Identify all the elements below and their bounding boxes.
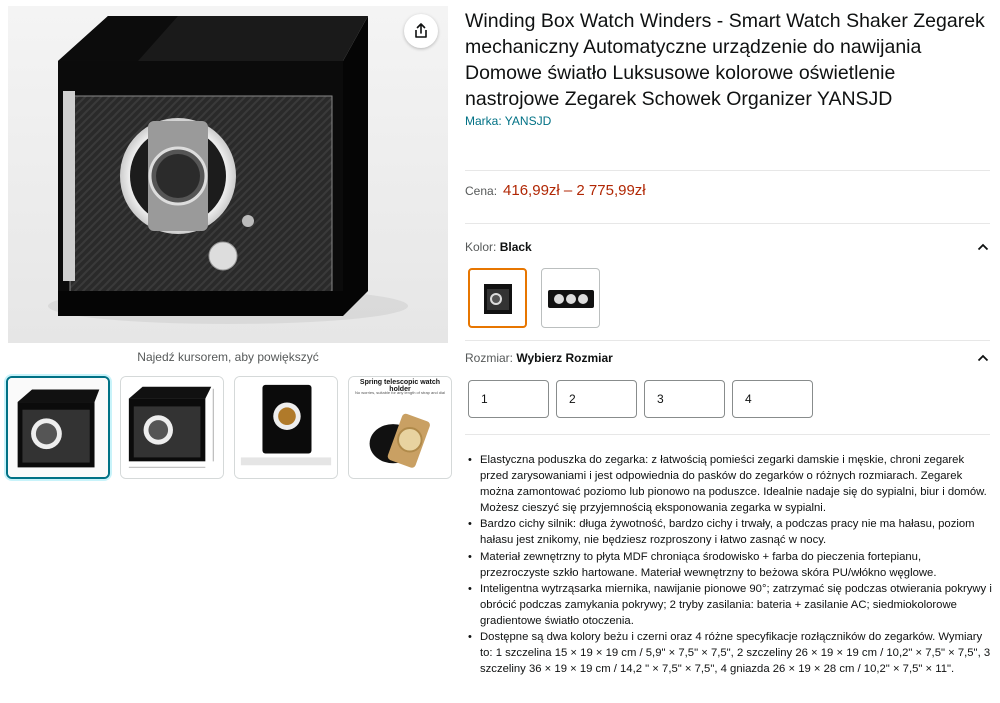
share-icon: [415, 23, 427, 38]
color-selector-header[interactable]: Kolor: Black: [465, 240, 990, 254]
product-details: Winding Box Watch Winders - Smart Watch …: [465, 8, 990, 128]
feature-bullet: Elastyczna poduszka do zegarka: z łatwoś…: [468, 452, 993, 516]
size-value: Wybierz Rozmiar: [516, 351, 613, 365]
feature-bullet: Inteligentna wytrząsarka miernika, nawij…: [468, 581, 993, 629]
brand-link[interactable]: Marka: YANSJD: [465, 114, 990, 128]
swatch-image: [547, 290, 594, 308]
size-options: 1 2 3 4: [468, 380, 813, 418]
thumbnail-4[interactable]: Spring telescopic watch holder No worrie…: [348, 376, 452, 479]
main-product-image[interactable]: [8, 6, 448, 343]
feature-bullet: Materiał zewnętrzny to płyta MDF chronią…: [468, 549, 993, 581]
size-option-3[interactable]: 3: [644, 380, 725, 418]
color-label: Kolor:: [465, 240, 497, 254]
color-swatches: [468, 268, 600, 328]
price-label: Cena:: [465, 184, 498, 198]
thumbnail-subcaption: No worries, suitable for any length of s…: [354, 390, 446, 395]
size-label: Rozmiar:: [465, 351, 514, 365]
feature-bullet: Bardzo cichy silnik: długa żywotność, ba…: [468, 516, 993, 548]
zoom-hint: Najedź kursorem, aby powiększyć: [137, 350, 319, 364]
thumbnail-image: [8, 378, 108, 477]
feature-bullets: Elastyczna poduszka do zegarka: z łatwoś…: [468, 452, 993, 677]
price-row: Cena: 416,99zł – 2 775,99zł: [465, 182, 646, 199]
price-value: 416,99zł – 2 775,99zł: [503, 182, 646, 199]
size-option-4[interactable]: 4: [732, 380, 813, 418]
thumbnail-image: [121, 377, 223, 478]
swatch-black-single[interactable]: [468, 268, 527, 328]
share-button[interactable]: [404, 14, 438, 48]
thumbnail-1[interactable]: [6, 376, 110, 479]
feature-bullet: Dostępne są dwa kolory beżu i czerni ora…: [468, 629, 993, 677]
chevron-up-icon[interactable]: [976, 351, 990, 365]
product-title: Winding Box Watch Winders - Smart Watch …: [465, 10, 985, 110]
color-value: Black: [499, 240, 532, 254]
swatch-black-triple[interactable]: [541, 268, 600, 328]
size-option-2[interactable]: 2: [556, 380, 637, 418]
divider: [465, 170, 990, 171]
swatch-image: [483, 284, 512, 314]
size-option-1[interactable]: 1: [468, 380, 549, 418]
divider: [465, 223, 990, 224]
thumbnail-image: [235, 377, 337, 478]
watch-winder-box-image: [8, 6, 448, 343]
thumbnail-strip: Spring telescopic watch holder No worrie…: [6, 376, 452, 479]
thumbnail-3[interactable]: [234, 376, 338, 479]
chevron-up-icon[interactable]: [976, 240, 990, 254]
divider: [465, 340, 990, 341]
size-selector-header[interactable]: Rozmiar: Wybierz Rozmiar: [465, 351, 990, 365]
divider: [465, 434, 990, 435]
thumbnail-2[interactable]: [120, 376, 224, 479]
